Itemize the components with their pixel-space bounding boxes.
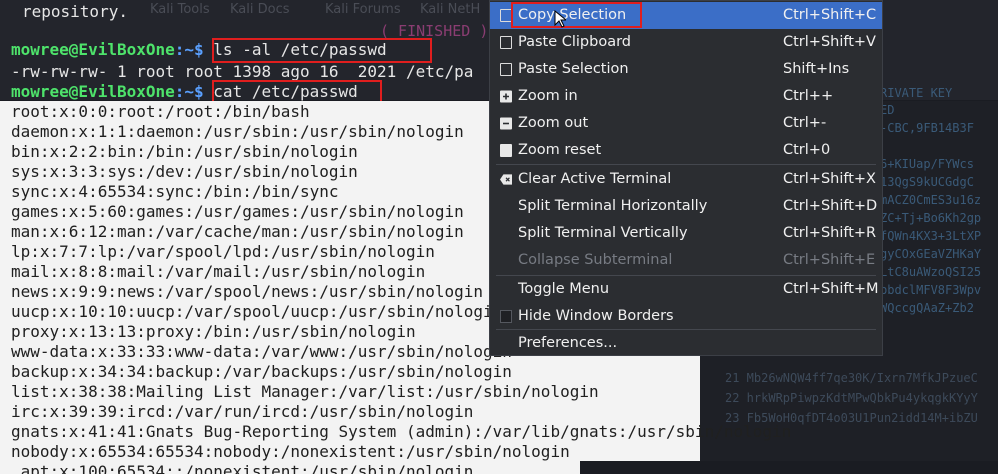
menu-item-shortcut: Ctrl+Shift+R — [783, 225, 877, 241]
menu-item-shortcut: Ctrl++ — [783, 88, 834, 104]
kali-forums-tab: Kali Forums — [325, 2, 401, 17]
zoom-reset-icon — [500, 144, 512, 157]
menu-item-label: Zoom in — [518, 88, 578, 104]
terminal-context-menu: Copy Selection Ctrl+Shift+C Paste Clipbo… — [489, 0, 883, 356]
menu-item-label: Clear Active Terminal — [518, 171, 672, 187]
menu-item-label: Split Terminal Horizontally — [518, 198, 708, 214]
bg-key-line: 13QgS9kUCGdgC — [880, 175, 974, 189]
menu-item-clear-active-terminal[interactable]: Clear Active Terminal Ctrl+Shift+X — [490, 166, 882, 193]
clipboard-icon — [500, 63, 512, 76]
passwd-line: nobody:x:65534:65534:nobody:/nonexistent… — [11, 442, 570, 461]
menu-item-label: Paste Selection — [518, 61, 629, 77]
mouse-cursor-icon — [554, 10, 566, 28]
menu-item-label: Paste Clipboard — [518, 34, 632, 50]
menu-item-label: Preferences... — [518, 335, 618, 351]
zoom-in-icon — [500, 90, 512, 103]
bg-key-line: bbdclMFV8F3Wpv — [880, 283, 982, 297]
menu-item-zoom-out[interactable]: Zoom out Ctrl+- — [490, 110, 882, 137]
bg-key-header: RIVATE KEY — [880, 86, 953, 100]
kali-docs-tab: Kali Docs — [230, 2, 290, 17]
menu-item-label: Zoom out — [518, 115, 589, 131]
bg-key-line: LtC8uAWzoQSI25 — [880, 265, 982, 279]
menu-item-collapse-subterminal: Collapse Subterminal Ctrl+Shift+E — [490, 247, 882, 274]
bg-key-line: gyCOxGEaVZHKaY — [880, 247, 982, 261]
menu-item-zoom-reset[interactable]: Zoom reset Ctrl+0 — [490, 137, 882, 164]
menu-item-shortcut: Ctrl+- — [783, 115, 827, 131]
passwd-line: irc:x:39:39:ircd:/var/run/ircd:/usr/sbin… — [11, 402, 474, 421]
kali-tools-tab: Kali Tools — [150, 2, 210, 17]
menu-item-shortcut: Ctrl+0 — [783, 142, 831, 158]
passwd-line: backup:x:34:34:backup:/var/backups:/usr/… — [11, 362, 512, 381]
bg-key-line: ZC+Tj+Bo6Kh2gp — [880, 211, 982, 225]
bg-key-line: fQWn4KX3+3LtXP — [880, 229, 982, 243]
menu-item-shortcut: Ctrl+Shift+V — [783, 34, 876, 50]
menu-item-paste-clipboard[interactable]: Paste Clipboard Ctrl+Shift+V — [490, 29, 882, 56]
clear-icon — [500, 174, 512, 185]
menu-item-label: Collapse Subterminal — [518, 252, 673, 268]
menu-item-shortcut: Ctrl+Shift+X — [783, 171, 876, 187]
menu-item-toggle-menu[interactable]: Toggle Menu Ctrl+Shift+M — [490, 276, 882, 303]
menu-separator — [496, 164, 876, 165]
menu-item-zoom-in[interactable]: Zoom in Ctrl++ — [490, 83, 882, 110]
menu-item-shortcut: Ctrl+Shift+C — [783, 7, 877, 23]
prompt-user: mowree@EvilBoxOne — [11, 82, 175, 101]
menu-item-preferences[interactable]: Preferences... — [490, 330, 882, 357]
menu-item-split-horizontally[interactable]: Split Terminal Horizontally Ctrl+Shift+D — [490, 193, 882, 220]
bg-key-line: 6+KIUap/FYWcs — [880, 157, 974, 171]
menu-item-label: Split Terminal Vertically — [518, 225, 688, 241]
prompt-user: mowree@EvilBoxOne — [11, 40, 175, 59]
checkbox-icon[interactable] — [500, 310, 512, 323]
menu-item-shortcut: Ctrl+Shift+M — [783, 281, 879, 297]
menu-item-label: Hide Window Borders — [518, 308, 674, 324]
prompt-sep: :~$ — [174, 40, 214, 59]
passwd-line: gnats:x:41:41:Gnats Bug-Reporting System… — [11, 422, 792, 441]
highlight-box-copy-selection — [511, 2, 642, 28]
repo-line: repository. — [22, 2, 128, 21]
bg-key-line: WQccgQAaZ+Zb2 — [880, 301, 974, 315]
menu-item-shortcut: Ctrl+Shift+E — [783, 252, 876, 268]
zoom-out-icon — [500, 117, 512, 130]
highlight-box-ls — [212, 38, 432, 63]
menu-item-split-vertically[interactable]: Split Terminal Vertically Ctrl+Shift+R — [490, 220, 882, 247]
passwd-line: list:x:38:38:Mailing List Manager:/var/l… — [11, 382, 599, 401]
menu-item-label: Zoom reset — [518, 142, 602, 158]
passwd-line: _apt:x:100:65534::/nonexistent:/usr/sbin… — [11, 462, 474, 474]
menu-item-shortcut: Shift+Ins — [783, 61, 850, 77]
ls-output: -rw-rw-rw- 1 root root 1398 ago 16 2021 … — [11, 62, 474, 81]
menu-item-paste-selection[interactable]: Paste Selection Shift+Ins — [490, 56, 882, 83]
menu-item-hide-window-borders[interactable]: Hide Window Borders — [490, 303, 882, 330]
clipboard-icon — [500, 36, 512, 49]
menu-item-shortcut: Ctrl+Shift+D — [783, 198, 878, 214]
kali-neth-tab: Kali NetH — [420, 2, 481, 17]
bg-key-line: mACZ0CmES3u16z — [880, 193, 982, 207]
bg-key-line: -CBC,9FB14B3F — [880, 121, 974, 135]
prompt-sep: :~$ — [174, 82, 214, 101]
menu-item-label: Toggle Menu — [518, 281, 610, 297]
